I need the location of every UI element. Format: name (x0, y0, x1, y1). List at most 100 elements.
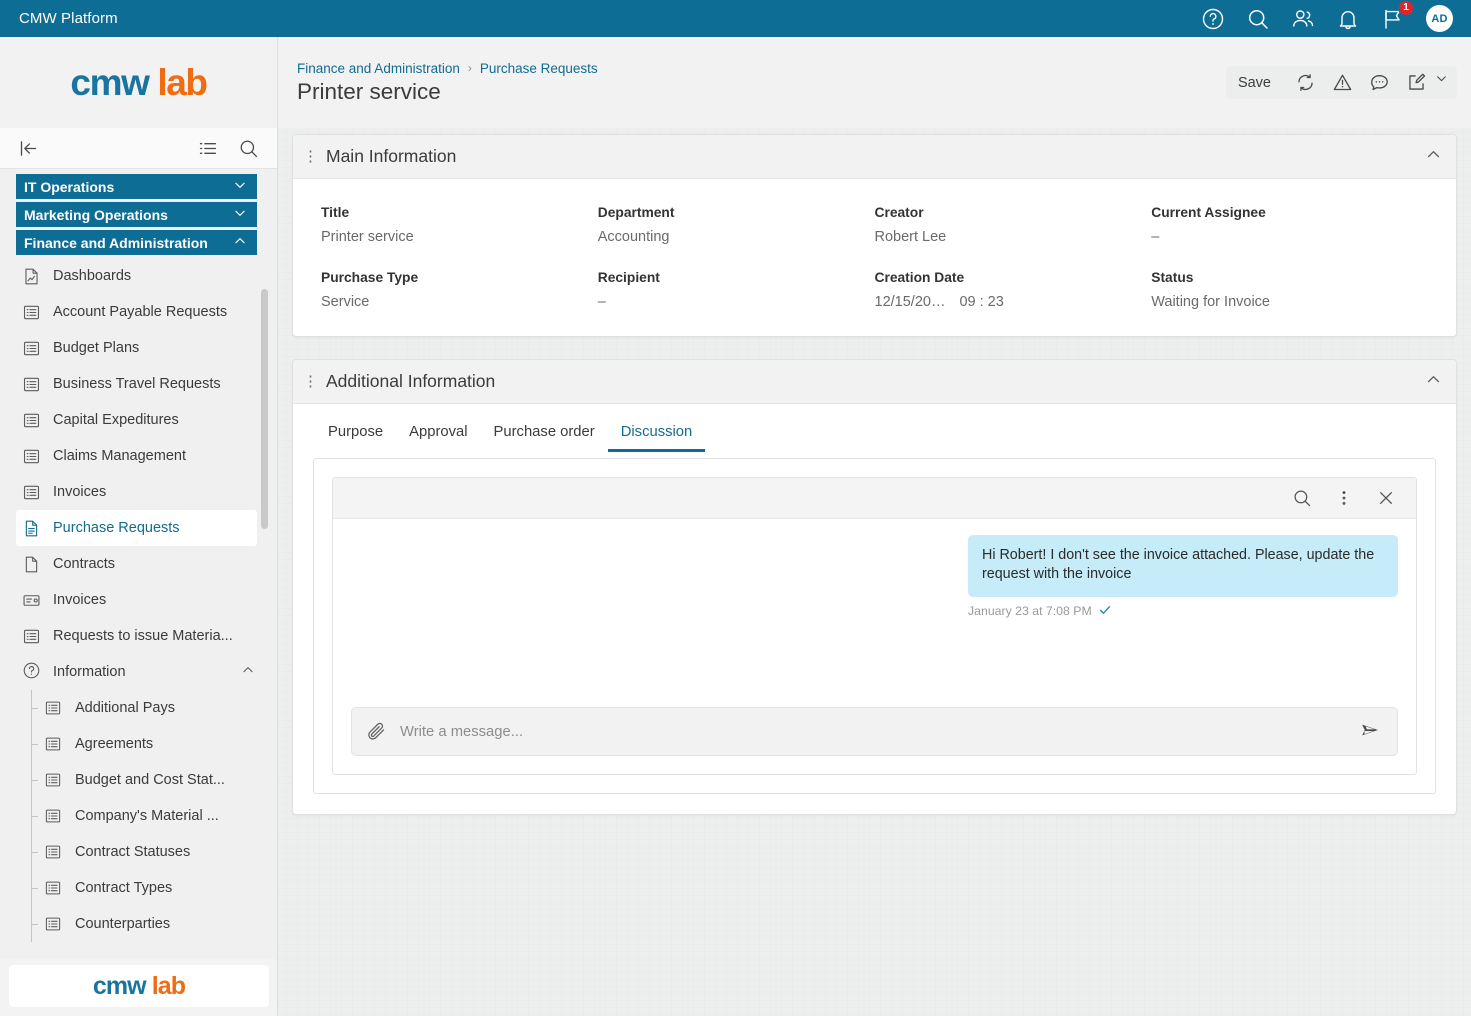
field-department: Department Accounting (598, 205, 875, 245)
question-circle-icon (22, 661, 41, 684)
sidebar-section-information[interactable]: Information (0, 654, 277, 690)
sidebar-item-label: Contract Statuses (75, 844, 191, 860)
sidebar-item-agreements[interactable]: Agreements (0, 726, 277, 762)
sidebar-item-contract-statuses[interactable]: Contract Statuses (0, 834, 277, 870)
sidebar-item-contracts[interactable]: Contracts (0, 546, 277, 582)
send-button[interactable] (1353, 715, 1387, 749)
sidebar-item-label: Budget and Cost Stat... (75, 772, 225, 788)
sidebar-item-counterparties[interactable]: Counterparties (0, 906, 277, 942)
dashboard-icon (22, 267, 41, 286)
flag-badge-count: 1 (1398, 0, 1414, 16)
brand-logo-cmw: cmw (70, 61, 149, 103)
header-main: Finance and Administration › Purchase Re… (278, 37, 1471, 128)
list-view-icon[interactable] (197, 138, 218, 159)
comment-icon[interactable] (1369, 72, 1390, 93)
save-button[interactable]: Save (1230, 75, 1279, 91)
chevron-up-icon[interactable] (1425, 146, 1442, 168)
tab-purchase-order[interactable]: Purchase order (481, 416, 608, 452)
sidebar-item-label: Purchase Requests (53, 520, 180, 536)
bell-icon[interactable] (1336, 7, 1360, 31)
sidebar-group-marketing-operations[interactable]: Marketing Operations (16, 202, 257, 227)
brand-logo[interactable]: cmw lab (0, 37, 278, 128)
field-value: Robert Lee (874, 229, 947, 245)
sidebar-item-purchase-requests[interactable]: Purchase Requests (16, 510, 257, 546)
search-icon[interactable] (1246, 7, 1270, 31)
field-value: Accounting (597, 229, 670, 245)
sidebar-section-label: Information (53, 664, 126, 680)
chevron-up-icon[interactable] (1425, 371, 1442, 393)
paperclip-icon[interactable] (366, 721, 387, 742)
field-label: Purchase Type (321, 270, 419, 285)
top-bar: CMW Platform 1 AD (0, 0, 1471, 37)
field-value: – (597, 294, 606, 310)
sync-icon[interactable] (1295, 72, 1316, 93)
collapse-panel-icon[interactable] (18, 138, 39, 159)
sidebar-scrollbar[interactable] (261, 289, 268, 529)
field-label: Department (597, 205, 675, 220)
avatar[interactable]: AD (1426, 5, 1453, 32)
sidebar-item-budget-and-cost-statements[interactable]: Budget and Cost Stat... (0, 762, 277, 798)
footer-logo-cmw: cmw (92, 971, 147, 1000)
sidebar-item-requests-to-issue-materials[interactable]: Requests to issue Materia... (0, 618, 277, 654)
message-input[interactable] (400, 723, 1340, 740)
sidebar-group-it-operations[interactable]: IT Operations (16, 174, 257, 199)
sidebar-item-label: Invoices (53, 592, 107, 608)
field-label: Status (1151, 270, 1194, 285)
main-information-header: ⋮ Main Information (293, 135, 1456, 179)
sidebar-scroll-area[interactable]: IT Operations Marketing Operations Finan… (0, 169, 277, 959)
sidebar-nested-list: Additional Pays Agreements Budget and Co… (0, 690, 277, 942)
sidebar-item-capital-expeditures[interactable]: Capital Expeditures (0, 402, 277, 438)
chat-message-log[interactable]: Hi Robert! I don't see the invoice attac… (333, 519, 1416, 707)
field-purchase-type: Purchase Type Service (321, 270, 598, 310)
drag-handle-icon[interactable]: ⋮ (303, 149, 318, 164)
breadcrumb-item-0[interactable]: Finance and Administration (297, 61, 460, 76)
list-icon (44, 915, 63, 934)
sidebar-item-label: Business Travel Requests (53, 376, 221, 392)
sidebar-item-dashboards[interactable]: Dashboards (0, 258, 277, 294)
sidebar-item-business-travel-requests[interactable]: Business Travel Requests (0, 366, 277, 402)
search-icon[interactable] (238, 138, 259, 159)
sidebar-item-budget-plans[interactable]: Budget Plans (0, 330, 277, 366)
sidebar-item-companys-material[interactable]: Company's Material ... (0, 798, 277, 834)
sidebar-footer-logo[interactable]: cmw lab (9, 965, 269, 1007)
sidebar-item-account-payable-requests[interactable]: Account Payable Requests (0, 294, 277, 330)
sidebar-item-label: Invoices (53, 484, 107, 500)
users-icon[interactable] (1291, 7, 1315, 31)
sidebar-item-invoices[interactable]: Invoices (0, 474, 277, 510)
document-icon (22, 519, 41, 538)
tab-purpose[interactable]: Purpose (315, 416, 396, 452)
card-icon (22, 591, 41, 610)
flag-icon[interactable]: 1 (1381, 0, 1414, 31)
sidebar-group-finance-and-administration[interactable]: Finance and Administration (16, 230, 257, 255)
message-timestamp: January 23 at 7:08 PM (968, 604, 1092, 619)
breadcrumb-item-1[interactable]: Purchase Requests (480, 61, 598, 76)
sidebar-item-label: Company's Material ... (75, 808, 219, 824)
help-icon[interactable] (1201, 7, 1225, 31)
file-icon (22, 555, 41, 574)
chat-input-row (333, 707, 1416, 774)
additional-information-header: ⋮ Additional Information (293, 360, 1456, 404)
edit-icon[interactable] (1406, 72, 1427, 93)
chat-input-wrapper[interactable] (351, 707, 1398, 756)
list-icon (22, 447, 41, 466)
close-icon[interactable] (1376, 488, 1396, 508)
field-title: Title Printer service (321, 205, 598, 245)
chevron-down-icon[interactable] (1435, 72, 1447, 93)
tab-approval[interactable]: Approval (396, 416, 480, 452)
sidebar-item-label: Dashboards (53, 268, 132, 284)
main-information-fields: Title Printer service Department Account… (293, 179, 1456, 336)
warning-icon[interactable] (1332, 72, 1353, 93)
more-vertical-icon[interactable] (1334, 488, 1354, 508)
list-icon (44, 771, 63, 790)
status-badge: Waiting for Invoice (1151, 294, 1270, 310)
sidebar-item-additional-pays[interactable]: Additional Pays (0, 690, 277, 726)
tab-discussion[interactable]: Discussion (607, 416, 706, 452)
search-icon[interactable] (1292, 488, 1312, 508)
drag-handle-icon[interactable]: ⋮ (303, 374, 318, 389)
sidebar-item-claims-management[interactable]: Claims Management (0, 438, 277, 474)
chat-widget: Hi Robert! I don't see the invoice attac… (332, 477, 1417, 775)
sidebar-item-contract-types[interactable]: Contract Types (0, 870, 277, 906)
additional-information-title: Additional Information (326, 371, 496, 391)
field-status: Status Waiting for Invoice (1151, 270, 1428, 310)
sidebar-item-invoices-card[interactable]: Invoices (0, 582, 277, 618)
